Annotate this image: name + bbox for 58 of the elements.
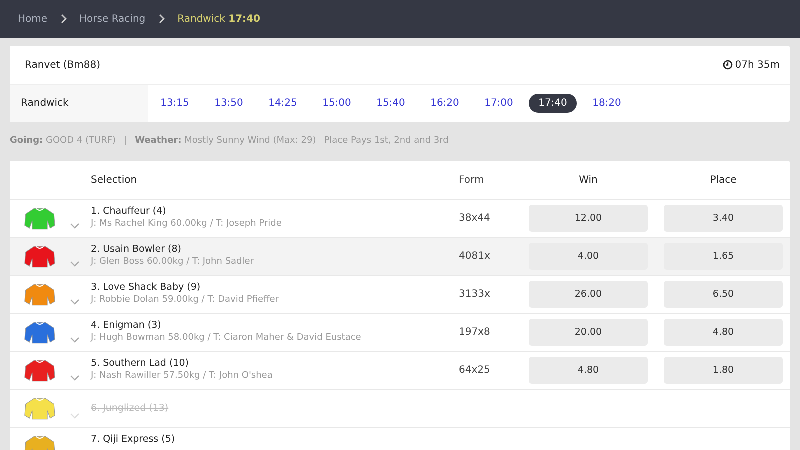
odds-button[interactable]: 4.00 bbox=[529, 243, 648, 270]
runner-name: 2. Usain Bowler (8) bbox=[91, 244, 182, 255]
chevron-down-icon[interactable] bbox=[70, 336, 80, 342]
runner-name: 6. Junglized (13) bbox=[91, 403, 170, 414]
runner-details: J: Robbie Dolan 59.00kg / T: David Pfieffer bbox=[91, 295, 280, 305]
runner-details: J: Glen Boss 60.00kg / T: John Sadler bbox=[91, 257, 255, 267]
odds-button[interactable]: 1.80 bbox=[664, 357, 783, 384]
chevron-down-icon[interactable] bbox=[70, 298, 80, 304]
column-header: Form bbox=[459, 174, 486, 186]
runner-name: 5. Southern Lad (10) bbox=[91, 358, 190, 369]
odds-button[interactable]: 3.40 bbox=[664, 205, 783, 232]
race-time-tab[interactable]: 15:00 bbox=[313, 94, 361, 113]
column-header: Selection bbox=[91, 174, 138, 186]
race-time-tab[interactable]: 18:20 bbox=[583, 94, 631, 113]
race-time-tab[interactable]: 17:40 bbox=[529, 94, 577, 113]
clock-icon bbox=[723, 60, 734, 70]
chevron-down-icon[interactable] bbox=[70, 222, 80, 228]
venue-label: Randwick bbox=[10, 85, 148, 122]
race-time-tab[interactable]: 13:50 bbox=[205, 94, 253, 113]
race-info-text: Going: GOOD 4 (TURF) bbox=[10, 136, 116, 146]
breadcrumb-link[interactable]: Home bbox=[18, 14, 48, 24]
odds-button[interactable]: 4.80 bbox=[664, 319, 783, 346]
countdown: 07h 35m bbox=[735, 60, 780, 70]
odds-button[interactable]: 12.00 bbox=[529, 205, 648, 232]
form-text: 64x25 bbox=[459, 365, 490, 376]
chevron-down-icon[interactable] bbox=[70, 374, 80, 380]
column-header: Place bbox=[709, 174, 738, 186]
runner-details: J: Nash Rawiller 57.50kg / T: John O'shea bbox=[91, 371, 274, 381]
race-time-tab[interactable]: 17:00 bbox=[475, 94, 523, 113]
chevron-down-icon[interactable] bbox=[70, 260, 80, 266]
odds-button[interactable]: 20.00 bbox=[529, 319, 648, 346]
runner-name: 7. Qiji Express (5) bbox=[91, 434, 176, 445]
form-text: 38x44 bbox=[459, 213, 490, 224]
odds-button[interactable]: 6.50 bbox=[664, 281, 783, 308]
column-header: Win bbox=[578, 174, 599, 186]
runner-name: 4. Enigman (3) bbox=[91, 320, 162, 331]
runner-details: J: Hugh Bowman 58.00kg / T: Ciaron Maher & David Eustace bbox=[91, 333, 362, 343]
race-name: Ranvet (Bm88) bbox=[25, 60, 100, 70]
race-time-tab[interactable]: 13:15 bbox=[151, 94, 199, 113]
runner-name: 3. Love Shack Baby (9) bbox=[91, 282, 202, 293]
chevron-right-icon bbox=[158, 14, 165, 24]
race-time-tab[interactable]: 16:20 bbox=[421, 94, 469, 113]
runner-name: 1. Chauffeur (4) bbox=[91, 206, 168, 217]
race-time-tab[interactable]: 14:25 bbox=[259, 94, 307, 113]
form-text: 197x8 bbox=[459, 327, 490, 338]
odds-button[interactable]: 26.00 bbox=[529, 281, 648, 308]
race-info-text: Place Pays 1st, 2nd and 3rd bbox=[324, 136, 449, 146]
runner-details: J: Ms Rachel King 60.00kg / T: Joseph Pride bbox=[91, 219, 283, 229]
form-text: 4081x bbox=[459, 251, 490, 262]
race-info-text: Weather: Mostly Sunny Wind (Max: 29) bbox=[135, 136, 316, 146]
breadcrumb-link[interactable]: Horse Racing bbox=[80, 14, 146, 24]
odds-button[interactable]: 4.80 bbox=[529, 357, 648, 384]
chevron-right-icon bbox=[60, 14, 67, 24]
breadcrumb-link[interactable]: Randwick 17:40 bbox=[178, 14, 260, 24]
race-time-tab[interactable]: 15:40 bbox=[367, 94, 415, 113]
form-text: 3133x bbox=[459, 289, 490, 300]
separator-text: | bbox=[124, 136, 128, 146]
odds-button[interactable]: 1.65 bbox=[664, 243, 783, 270]
